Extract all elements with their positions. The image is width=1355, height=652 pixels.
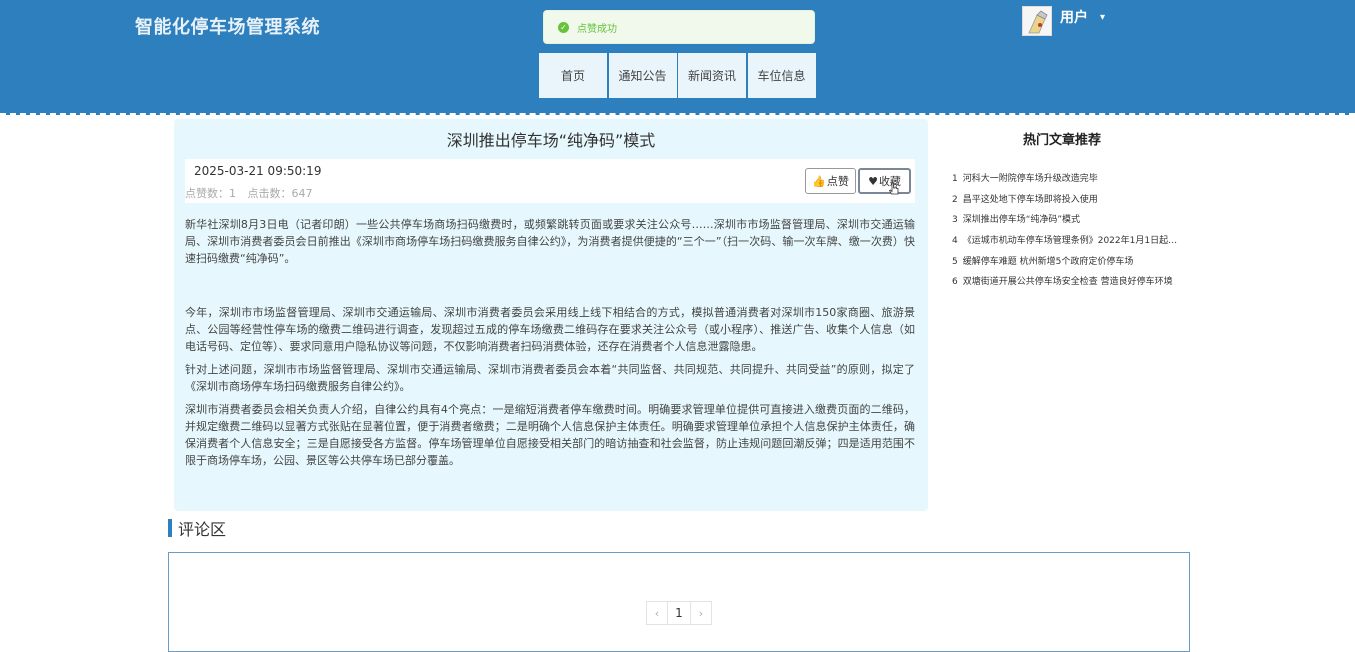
- chevron-down-icon[interactable]: ▾: [1100, 12, 1105, 23]
- like-count: 点赞数：1: [185, 187, 236, 200]
- like-button-label: 点赞: [826, 175, 849, 188]
- pager-prev-button[interactable]: ‹: [646, 601, 668, 625]
- user-menu[interactable]: 用户 ▾: [1022, 6, 1105, 36]
- hot-article-item[interactable]: 2 昌平这处地下停车场即将投入使用: [952, 192, 1180, 213]
- toast-message: 点赞成功: [577, 23, 617, 35]
- avatar[interactable]: [1022, 6, 1052, 36]
- main-nav: 首页 通知公告 新闻资讯 车位信息: [539, 53, 817, 98]
- nav-home[interactable]: 首页: [539, 53, 607, 98]
- article-date: 2025-03-21 09:50:19: [194, 164, 322, 178]
- hand-cursor-icon: [888, 182, 899, 195]
- article-card: 深圳推出停车场“纯净码”模式 2025-03-21 09:50:19 点赞数：1…: [174, 119, 928, 511]
- hot-article-item[interactable]: 4 《运城市机动车停车场管理条例》2022年1月1日起施行: [952, 233, 1180, 254]
- comment-section-title: 评论区: [178, 520, 227, 539]
- favorite-button[interactable]: ♥ 收藏: [858, 168, 911, 195]
- article-paragraph: 今年，深圳市市场监督管理局、深圳市交通运输局、深圳市消费者委员会采用线上线下相结…: [185, 306, 915, 353]
- like-button[interactable]: 👍 点赞: [805, 168, 856, 194]
- success-check-icon: ✓: [558, 21, 569, 33]
- article-content: 新华社深圳8月3日电（记者印朗）一些公共停车场商场扫码缴费时，或频繁跳转页面或要…: [185, 216, 915, 475]
- article-meta: 2025-03-21 09:50:19 点赞数：1 点击数：647 👍 点赞 ♥…: [185, 159, 915, 203]
- article-paragraph: 深圳市消费者委员会相关负责人介绍，自律公约具有4个亮点：一是缩短消费者停车缴费时…: [185, 403, 915, 467]
- avatar-image-icon: [1023, 7, 1051, 35]
- hot-articles-title: 热门文章推荐: [1022, 133, 1101, 148]
- site-title: 智能化停车场管理系统: [135, 17, 320, 38]
- article-paragraph: 针对上述问题，深圳市市场监督管理局、深圳市交通运输局、深圳市消费者委员会本着“共…: [185, 363, 915, 393]
- article-paragraph: 新华社深圳8月3日电（记者印朗）一些公共停车场商场扫码缴费时，或频繁跳转页面或要…: [185, 218, 915, 265]
- nav-notices[interactable]: 通知公告: [608, 53, 677, 98]
- pager-page-1[interactable]: 1: [668, 601, 690, 625]
- top-header: 智能化停车场管理系统 ✓ 点赞成功 用户 ▾ 首页 通知公告 新闻资讯 车位信息: [0, 0, 1355, 115]
- article-stats: 点赞数：1 点击数：647: [185, 185, 321, 201]
- hot-article-item[interactable]: 6 双塘街道开展公共停车场安全检查 营造良好停车环境: [952, 274, 1180, 295]
- heart-icon: ♥: [868, 174, 878, 188]
- pager-next-button[interactable]: ›: [690, 601, 712, 625]
- hot-article-item[interactable]: 3 深圳推出停车场“纯净码”模式: [952, 212, 1180, 233]
- click-count: 点击数：647: [247, 187, 313, 200]
- thumbs-up-icon: 👍: [812, 174, 826, 188]
- nav-parking-info[interactable]: 车位信息: [747, 53, 816, 98]
- hot-article-item[interactable]: 5 缓解停车难题 杭州新增5个政府定价停车场: [952, 254, 1180, 275]
- hot-article-item[interactable]: 1 河科大一附院停车场升级改造完毕: [952, 171, 1180, 192]
- comment-accent-bar: [168, 519, 172, 537]
- nav-news[interactable]: 新闻资讯: [678, 53, 746, 98]
- user-name[interactable]: 用户: [1060, 7, 1088, 27]
- hot-articles-list: 1 河科大一附院停车场升级改造完毕 2 昌平这处地下停车场即将投入使用 3 深圳推出停…: [952, 171, 1180, 295]
- pagination: ‹ 1 ›: [646, 601, 712, 625]
- hot-articles-panel: 热门文章推荐 1 河科大一附院停车场升级改造完毕 2 昌平这处地下停车场即将投入使用…: [940, 119, 1184, 305]
- success-toast: ✓ 点赞成功: [543, 10, 815, 44]
- article-title: 深圳推出停车场“纯净码”模式: [446, 131, 656, 150]
- comment-section-header: 评论区: [168, 516, 226, 540]
- header-divider: [0, 113, 1355, 115]
- comment-box: ‹ 1 ›: [168, 552, 1190, 652]
